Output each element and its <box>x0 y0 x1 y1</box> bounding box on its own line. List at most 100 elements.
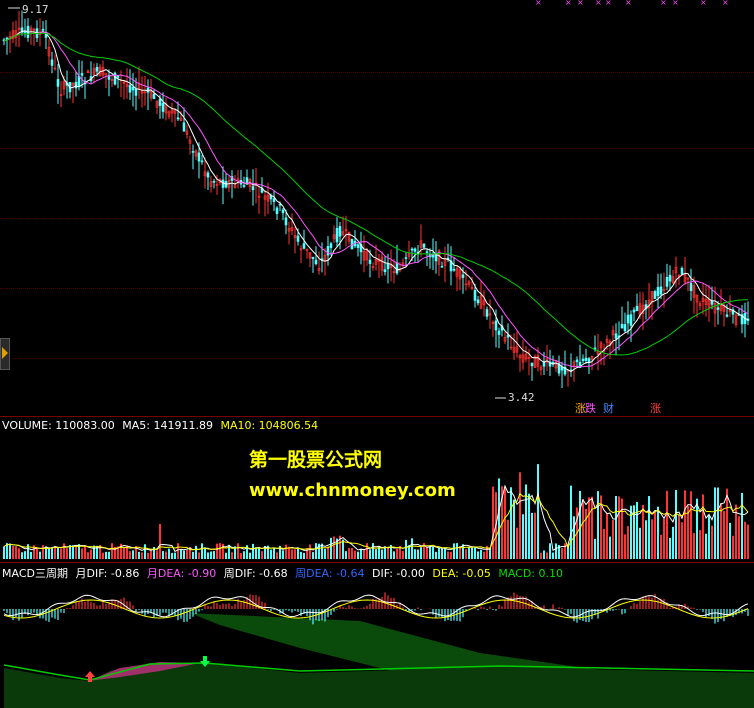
volume-bar <box>129 551 131 559</box>
volume-bar <box>297 548 299 559</box>
candle-body <box>113 72 117 85</box>
price-candles: × × × × × × × × × × <box>2 0 750 399</box>
candle-body <box>629 314 633 326</box>
volume-bar <box>582 499 584 559</box>
watermark-title: 第一股票公式网 <box>249 449 383 471</box>
volume-bar <box>369 549 371 559</box>
candle-body <box>131 86 135 91</box>
volume-bar <box>177 543 179 559</box>
volume-bar <box>543 550 545 559</box>
volume-bar <box>75 545 77 559</box>
signal-mark: × <box>700 0 707 7</box>
volume-bar <box>696 498 698 559</box>
candle-body <box>134 88 138 96</box>
volume-bar <box>453 543 455 559</box>
volume-bar <box>693 533 695 559</box>
signal-tag: 跌 <box>585 402 596 415</box>
volume-bar <box>147 552 149 559</box>
volume-bar <box>708 515 710 559</box>
signal-mark: × <box>605 0 612 7</box>
volume-bar <box>393 551 395 559</box>
volume-bar <box>360 548 362 559</box>
candle-body <box>476 299 480 304</box>
volume-bar <box>282 550 284 559</box>
candle-body <box>251 186 255 191</box>
volume-bar <box>639 527 641 559</box>
volume-bar <box>723 511 725 559</box>
signal-mark: × <box>565 0 572 7</box>
candle-body <box>668 274 672 282</box>
arrow-right-icon <box>2 347 8 359</box>
candle-body <box>221 179 225 188</box>
volume-bar <box>219 543 221 559</box>
volume-bar <box>84 545 86 559</box>
volume-bar <box>483 551 485 559</box>
volume-bar <box>387 547 389 559</box>
candle-body <box>404 257 408 259</box>
candle-body <box>350 238 354 250</box>
candle-body <box>314 259 318 265</box>
candle-body <box>383 269 387 273</box>
volume-bar <box>657 506 659 559</box>
signal-mark: × <box>660 0 667 7</box>
candle-body <box>242 185 246 187</box>
volume-bar <box>396 548 398 559</box>
volume-bar <box>648 496 650 559</box>
volume-bar <box>18 548 20 559</box>
volume-bar <box>324 548 326 559</box>
candle-body <box>326 246 330 256</box>
candle-body <box>296 235 300 242</box>
volume-bar <box>675 490 677 559</box>
signal-mark: × <box>535 0 542 7</box>
candle-body <box>461 274 465 278</box>
candle-body <box>581 358 585 362</box>
candle-body <box>128 84 132 93</box>
volume-bar <box>405 539 407 559</box>
candle-body <box>284 217 288 226</box>
volume-bar <box>603 528 605 559</box>
candle-body <box>275 207 279 215</box>
volume-bar <box>456 543 458 559</box>
volume-bar <box>522 514 524 559</box>
volume-bar <box>333 536 335 559</box>
volume-bar <box>435 551 437 559</box>
candle-body <box>197 152 201 162</box>
volume-bar <box>630 505 632 559</box>
collapse-panel-handle[interactable] <box>0 338 10 370</box>
candle-body <box>182 122 186 132</box>
volume-bar <box>402 550 404 559</box>
macd-chart-panel[interactable]: MACD三周期 月DIF: -0.86 月DEA: -0.90 周DIF: -0… <box>0 562 754 708</box>
volume-bar <box>105 551 107 559</box>
volume-bar <box>624 534 626 559</box>
candle-body <box>584 357 588 361</box>
volume-bar <box>519 472 521 559</box>
volume-bar <box>372 543 374 559</box>
candle-body <box>473 290 477 301</box>
volume-bar <box>414 549 416 559</box>
volume-chart-panel[interactable]: VOLUME: 110083.00 MA5: 141911.89 MA10: 1… <box>0 416 754 563</box>
volume-bar <box>480 549 482 559</box>
price-chart-panel[interactable]: × × × × × × × × × × 9.17 3.42 涨 跌 财 涨 <box>0 0 754 416</box>
candle-body <box>422 243 426 248</box>
volume-bar <box>645 520 647 559</box>
volume-bar <box>507 519 509 559</box>
volume-bar <box>426 547 428 559</box>
signal-mark: × <box>595 0 602 7</box>
volume-bar <box>21 552 23 559</box>
volume-bar <box>438 547 440 559</box>
candle-body <box>56 79 60 87</box>
volume-bar <box>93 545 95 559</box>
volume-bar <box>552 552 554 559</box>
volume-bar <box>255 547 257 559</box>
volume-bar <box>342 539 344 559</box>
volume-bar <box>24 551 26 559</box>
volume-bar <box>441 547 443 559</box>
candle-body <box>200 160 204 163</box>
volume-bar <box>546 552 548 559</box>
volume-bar <box>291 549 293 559</box>
volume-bar <box>732 535 734 559</box>
candle-body <box>191 151 195 153</box>
volume-bar <box>504 486 506 559</box>
volume-bar <box>615 495 617 559</box>
volume-bar <box>90 549 92 559</box>
